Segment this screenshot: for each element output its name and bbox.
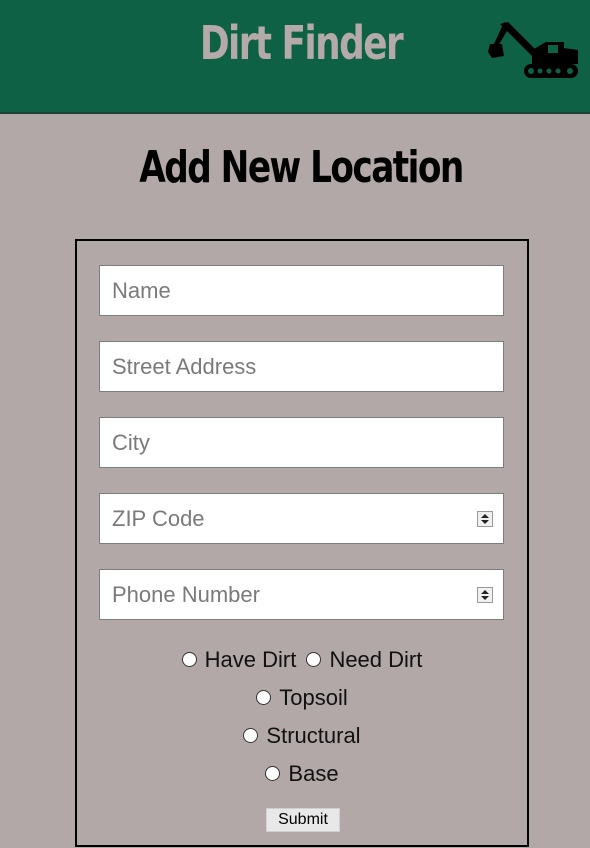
base-row: Base xyxy=(77,761,527,791)
topsoil-row: Topsoil xyxy=(77,685,527,715)
page-title: Add New Location xyxy=(139,142,464,193)
zip-code-field xyxy=(99,493,504,544)
spinner-up-icon[interactable] xyxy=(481,514,489,518)
spinner-down-icon[interactable] xyxy=(481,520,489,524)
add-location-form: Have Dirt Need Dirt Topsoil Structural B… xyxy=(75,239,529,847)
structural-label: Structural xyxy=(266,723,361,748)
submit-button[interactable]: Submit xyxy=(266,808,340,832)
dirt-status-row: Have Dirt Need Dirt xyxy=(77,647,527,677)
have-dirt-label: Have Dirt xyxy=(204,647,297,672)
base-option[interactable]: Base xyxy=(265,761,339,787)
base-radio[interactable] xyxy=(265,765,281,781)
topsoil-label: Topsoil xyxy=(279,685,348,710)
need-dirt-label: Need Dirt xyxy=(329,647,423,672)
structural-option[interactable]: Structural xyxy=(243,723,361,749)
phone-number-field xyxy=(99,569,504,620)
base-label: Base xyxy=(288,761,339,786)
have-dirt-option[interactable]: Have Dirt xyxy=(181,647,297,673)
zip-spinner[interactable] xyxy=(477,511,493,527)
excavator-icon xyxy=(488,22,578,78)
spinner-up-icon[interactable] xyxy=(481,590,489,594)
phone-spinner[interactable] xyxy=(477,587,493,603)
need-dirt-option[interactable]: Need Dirt xyxy=(306,647,422,673)
topsoil-radio[interactable] xyxy=(256,689,272,705)
app-header: Dirt Finder xyxy=(0,0,590,114)
street-address-input[interactable] xyxy=(99,341,504,392)
phone-number-input[interactable] xyxy=(99,569,504,620)
zip-code-input[interactable] xyxy=(99,493,504,544)
have-dirt-radio[interactable] xyxy=(181,651,197,667)
structural-row: Structural xyxy=(77,723,527,753)
spinner-down-icon[interactable] xyxy=(481,596,489,600)
structural-radio[interactable] xyxy=(243,727,259,743)
topsoil-option[interactable]: Topsoil xyxy=(256,685,348,711)
app-title: Dirt Finder xyxy=(199,16,404,70)
name-input[interactable] xyxy=(99,265,504,316)
need-dirt-radio[interactable] xyxy=(306,651,322,667)
city-input[interactable] xyxy=(99,417,504,468)
